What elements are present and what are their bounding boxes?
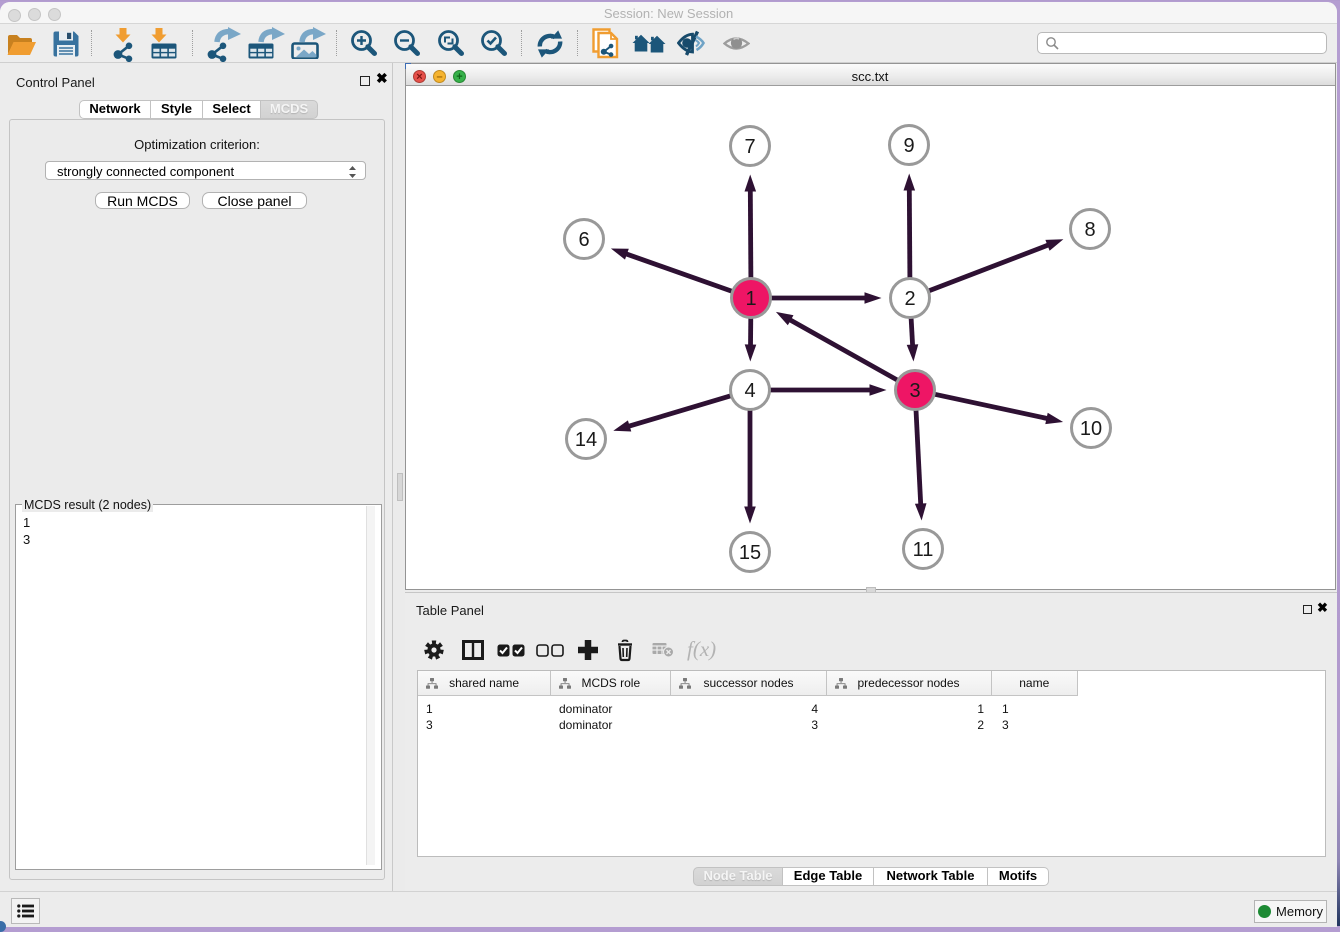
svg-text:3: 3: [909, 380, 920, 402]
svg-text:4: 4: [744, 380, 755, 402]
svg-text:11: 11: [912, 539, 933, 561]
svg-text:10: 10: [1079, 418, 1101, 440]
svg-text:7: 7: [744, 136, 755, 158]
svg-text:1: 1: [745, 288, 756, 310]
svg-text:15: 15: [738, 542, 760, 564]
svg-text:2: 2: [904, 288, 915, 310]
svg-text:9: 9: [903, 135, 914, 157]
svg-text:6: 6: [578, 229, 589, 251]
svg-text:8: 8: [1084, 219, 1095, 241]
svg-text:14: 14: [574, 429, 596, 451]
